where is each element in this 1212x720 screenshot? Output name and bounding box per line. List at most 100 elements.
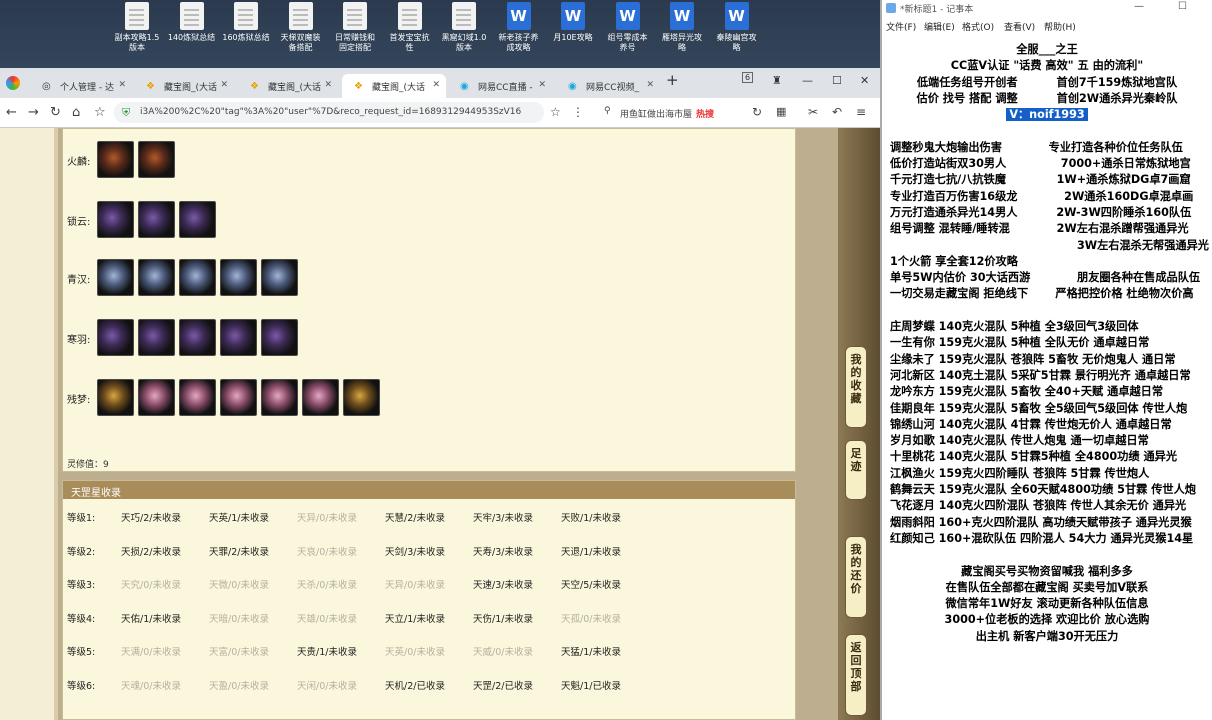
equipment-item-icon[interactable] bbox=[97, 201, 134, 238]
bookmark-icon[interactable]: ☆ bbox=[94, 105, 106, 120]
desktop-icon[interactable]: W 雁塔异光攻 略 bbox=[655, 2, 709, 53]
text-line: 十里桃花 140克火混队 5甘霖5种植 全4800功绩 通异光 bbox=[890, 450, 1178, 464]
tab-personal[interactable]: ◎ 个人管理 - 达 ✕ bbox=[30, 74, 132, 98]
desktop-icon[interactable]: W 组号零成本 养号 bbox=[601, 2, 655, 53]
level-row: 等级1: 天巧/2/未收录 天英/1/未收录 天异/0/未收录 天慧/2/未收录 天牢/3… bbox=[67, 510, 787, 526]
my-counter-offer-tab[interactable]: 我的还价 bbox=[845, 536, 867, 618]
notepad-menubar: 文件(F) 编辑(E) 格式(O) 查看(V) 帮助(H) bbox=[882, 17, 1212, 35]
text-line: 千元打造七抗/八抗铁魔 1W+通杀炼狱DG卓7画窟 bbox=[890, 173, 1191, 187]
text-line: 红颜知己 160+混砍队伍 四阶混人 54大力 通异光灵猴14星 bbox=[890, 531, 1194, 545]
cangbaoge-icon: ❖ bbox=[250, 81, 259, 92]
equipment-item-icon[interactable] bbox=[138, 259, 175, 296]
menu-format[interactable]: 格式(O) bbox=[962, 20, 994, 33]
desktop-icon[interactable]: W 月10E攻略 bbox=[546, 2, 600, 43]
refresh-icon[interactable]: ↻ bbox=[752, 105, 762, 119]
equipment-item-icon[interactable] bbox=[97, 319, 134, 356]
reload-icon[interactable]: ↻ bbox=[50, 105, 61, 120]
equipment-item-icon[interactable] bbox=[302, 379, 339, 416]
new-tab-button[interactable]: + bbox=[666, 71, 679, 89]
scissors-icon[interactable]: ✂ bbox=[808, 105, 818, 119]
equipment-item-icon[interactable] bbox=[179, 319, 216, 356]
maximize-button[interactable]: ☐ bbox=[1178, 1, 1187, 12]
desktop-icon[interactable]: 160炼狱总结 bbox=[219, 2, 273, 43]
more-icon[interactable]: ⋮ bbox=[572, 105, 584, 119]
desktop-icon[interactable]: 副本攻略1.5 版本 bbox=[110, 2, 164, 53]
equipment-item-icon[interactable] bbox=[179, 201, 216, 238]
back-to-top-tab[interactable]: 返回顶部 bbox=[845, 634, 867, 716]
close-tab-icon[interactable]: ✕ bbox=[538, 80, 546, 90]
tab-cc-live[interactable]: ◉ 网易CC直播 - ✕ bbox=[448, 74, 552, 98]
tab-cangbaoge-active[interactable]: ❖ 藏宝阁_(大话 ✕ bbox=[342, 74, 446, 98]
browser-logo-icon[interactable] bbox=[6, 76, 20, 90]
grid-icon[interactable]: ▦ bbox=[776, 105, 786, 118]
desktop-icon[interactable]: 黑窟幻域1.0 版本 bbox=[437, 2, 491, 53]
tab-cc-video[interactable]: ◉ 网易CC视频_ ✕ bbox=[556, 74, 660, 98]
my-favorites-tab[interactable]: 我的收藏 bbox=[845, 346, 867, 428]
close-tab-icon[interactable]: ✕ bbox=[646, 80, 654, 90]
equipment-item-icon[interactable] bbox=[343, 379, 380, 416]
close-tab-icon[interactable]: ✕ bbox=[220, 80, 228, 90]
minimize-button[interactable]: — bbox=[802, 74, 813, 87]
star-icon[interactable]: ☆ bbox=[550, 105, 561, 119]
equipment-item-icon[interactable] bbox=[179, 259, 216, 296]
desktop-icon[interactable]: W 新老孩子养 成攻略 bbox=[492, 2, 546, 53]
star-status: 天佑/1/未收录 bbox=[121, 613, 181, 625]
desktop-icon[interactable]: W 秦陵幽宫攻 略 bbox=[710, 2, 764, 53]
desktop-icon[interactable]: 日常赚钱和 固定搭配 bbox=[328, 2, 382, 53]
star-status: 天贵/1/未收录 bbox=[297, 647, 357, 658]
search-field[interactable]: ⚲ 用鱼缸做出海市蜃 热搜 bbox=[602, 102, 742, 123]
level-row: 等级3: 天究/0/未收录 天微/0/未收录 天杀/0/未收录 天异/0/未收录 天速/3… bbox=[67, 577, 787, 593]
equipment-item-icon[interactable] bbox=[138, 319, 175, 356]
equipment-item-icon[interactable] bbox=[97, 141, 134, 178]
star-status: 天威/0/未收录 bbox=[473, 647, 533, 658]
desktop-icon[interactable]: 天梯双魔装 备搭配 bbox=[274, 2, 328, 53]
text-line: 单号5W内估价 30大话西游 朋友圈各种在售成品队伍 bbox=[890, 271, 1201, 285]
text-line: 微信常年1W好友 滚动更新各种队伍信息 bbox=[945, 597, 1149, 611]
home-icon[interactable]: ⌂ bbox=[72, 105, 80, 120]
back-icon[interactable]: ← bbox=[6, 105, 17, 120]
close-tab-icon[interactable]: ✕ bbox=[432, 80, 440, 90]
equipment-item-icon[interactable] bbox=[220, 319, 257, 356]
equipment-item-icon[interactable] bbox=[138, 201, 175, 238]
equipment-item-icon[interactable] bbox=[220, 259, 257, 296]
equipment-item-icon[interactable] bbox=[261, 379, 298, 416]
maximize-button[interactable]: ☐ bbox=[832, 74, 842, 87]
close-window-button[interactable]: ✕ bbox=[860, 74, 869, 87]
desktop-icon[interactable]: 140炼狱总结 bbox=[165, 2, 219, 43]
desktop-icon[interactable]: 首发宝宝抗 性 bbox=[383, 2, 437, 53]
menu-edit[interactable]: 编辑(E) bbox=[924, 20, 955, 33]
desktop-icon-label: 天梯双魔装 备搭配 bbox=[280, 33, 321, 52]
notepad-text-area[interactable]: 全服___之王 CC蓝V认证 "话费 高效" 五 由的流利" 低端任务组号开创者 首… bbox=[882, 42, 1212, 645]
equipment-item-icon[interactable] bbox=[138, 379, 175, 416]
star-status: 天剑/3/未收录 bbox=[385, 546, 445, 558]
tab-cangbaoge-1[interactable]: ❖ 藏宝阁_(大话 ✕ bbox=[134, 74, 234, 98]
forward-icon[interactable]: → bbox=[28, 105, 39, 120]
url-field[interactable]: ⛨ i3A%200%2C%20"tag"%3A%20"user"%7D&reco_… bbox=[114, 102, 544, 123]
equipment-item-icon[interactable] bbox=[138, 141, 175, 178]
star-status: 天机/2/已收录 bbox=[385, 680, 445, 692]
equipment-item-icon[interactable] bbox=[97, 259, 134, 296]
menu-help[interactable]: 帮助(H) bbox=[1044, 20, 1076, 33]
equipment-item-icon[interactable] bbox=[220, 379, 257, 416]
menu-file[interactable]: 文件(F) bbox=[886, 20, 916, 33]
menu-icon[interactable]: ≡ bbox=[856, 105, 866, 119]
undo-icon[interactable]: ↶ bbox=[832, 105, 842, 119]
equipment-item-icon[interactable] bbox=[179, 379, 216, 416]
star-status: 天败/1/未收录 bbox=[561, 513, 621, 524]
equipment-row: 青汉: bbox=[67, 259, 787, 299]
equipment-item-icon[interactable] bbox=[261, 259, 298, 296]
shirt-icon[interactable]: ♜ bbox=[772, 74, 782, 87]
close-tab-icon[interactable]: ✕ bbox=[324, 80, 332, 90]
equipment-item-icon[interactable] bbox=[261, 319, 298, 356]
desktop-icon-label: 月10E攻略 bbox=[553, 33, 593, 42]
menu-view[interactable]: 查看(V) bbox=[1004, 20, 1035, 33]
footprint-tab[interactable]: 足迹 bbox=[845, 440, 867, 500]
desktop-icon-label: 副本攻略1.5 版本 bbox=[114, 33, 160, 52]
tab-count-badge[interactable]: 6 bbox=[742, 72, 754, 83]
star-status: 天究/0/未收录 bbox=[121, 580, 181, 591]
equipment-item-icon[interactable] bbox=[97, 379, 134, 416]
minimize-button[interactable]: — bbox=[1134, 1, 1144, 12]
tab-cangbaoge-2[interactable]: ❖ 藏宝阁_(大话 ✕ bbox=[238, 74, 338, 98]
text-line: 专业打造百万伤害16级龙 2W通杀160DG卓混卓画 bbox=[890, 189, 1194, 203]
close-tab-icon[interactable]: ✕ bbox=[118, 80, 126, 90]
